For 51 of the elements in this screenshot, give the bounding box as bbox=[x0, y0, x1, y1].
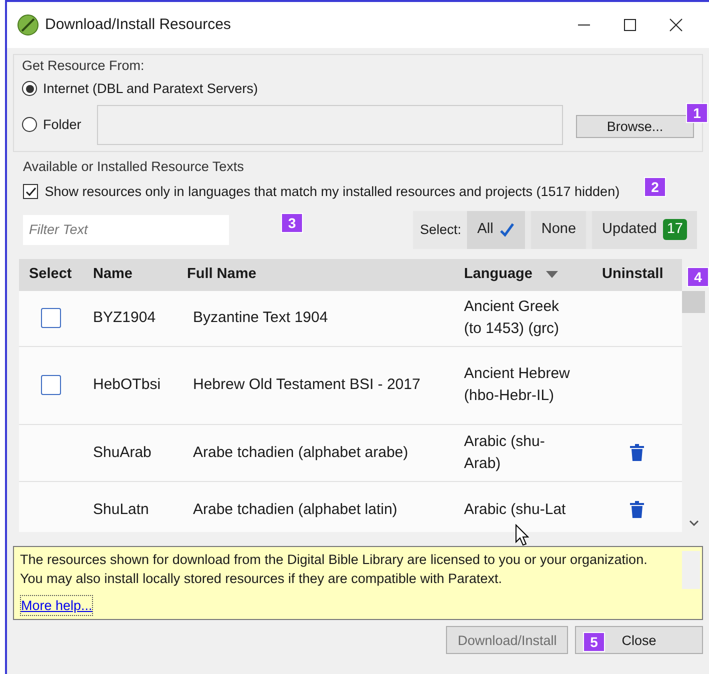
column-header: Name bbox=[83, 258, 177, 291]
radio-button[interactable] bbox=[22, 117, 37, 132]
sort-icon bbox=[546, 270, 558, 279]
column-header: Select bbox=[19, 258, 83, 291]
radio-button[interactable] bbox=[22, 81, 37, 96]
name-cell: ShuArab bbox=[83, 424, 177, 482]
callout-number: 4 bbox=[687, 267, 709, 287]
select-none-button[interactable]: None bbox=[531, 210, 586, 249]
count-badge: 17 bbox=[662, 219, 687, 240]
group-title: Get Resource From: bbox=[22, 57, 144, 75]
scrollbar-thumb[interactable] bbox=[682, 290, 705, 313]
name-cell: BYZ1904 bbox=[83, 290, 177, 347]
trash-icon[interactable] bbox=[630, 444, 644, 462]
full-name-cell: Arabe tchadien (alphabet latin) bbox=[177, 482, 454, 532]
select-all-button[interactable]: All bbox=[467, 210, 526, 249]
full-name-cell: Hebrew Old Testament BSI - 2017 bbox=[177, 346, 454, 425]
check-icon bbox=[499, 222, 516, 238]
select-cell bbox=[19, 482, 83, 532]
radio-label[interactable]: Folder bbox=[43, 116, 82, 134]
select-label: Select: bbox=[418, 220, 462, 238]
full-name-cell: Byzantine Text 1904 bbox=[177, 290, 454, 347]
callout-number: 3 bbox=[281, 213, 303, 233]
callout-number: 5 bbox=[583, 632, 605, 652]
more-help-link[interactable]: More help... bbox=[20, 594, 94, 616]
radio-label[interactable]: Internet (DBL and Paratext Servers) bbox=[43, 80, 258, 98]
filter-field[interactable]: Filter Text bbox=[23, 214, 229, 245]
callout-number: 1 bbox=[686, 103, 708, 123]
column-header: Full Name bbox=[177, 258, 454, 291]
group-title: Available or Installed Resource Texts bbox=[23, 158, 244, 176]
row-checkbox[interactable] bbox=[41, 308, 61, 328]
name-cell: HebOTbsi bbox=[83, 346, 177, 425]
checkbox-label[interactable]: Show resources only in languages that match my installed resources and projects (1517 hidden) bbox=[44, 183, 620, 201]
info-text: The resources shown for download from the Digital Bible Library are licensed to you or your organization. You may also install locally stored resources if they are compatible with Paratext. bbox=[20, 550, 648, 588]
language-cell: Ancient Greek (to 1453) (grc) bbox=[454, 290, 592, 347]
name-cell: ShuLatn bbox=[83, 482, 177, 532]
browse-button[interactable]: Browse... bbox=[576, 114, 694, 138]
folder-path-field[interactable] bbox=[97, 104, 564, 145]
language-cell: Arabic (shu-Lat bbox=[454, 482, 592, 532]
language-cell: Arabic (shu-Arab) bbox=[454, 424, 592, 482]
window-title: Download/Install Resources bbox=[45, 15, 231, 35]
column-header: Uninstall bbox=[592, 258, 682, 291]
mouse-cursor-icon bbox=[515, 524, 529, 546]
select-updated-button[interactable]: Updated 17 bbox=[592, 210, 697, 249]
callout-number: 2 bbox=[644, 177, 666, 197]
info-scrollbar[interactable] bbox=[682, 550, 700, 589]
checkbox[interactable] bbox=[23, 184, 38, 200]
trash-icon[interactable] bbox=[630, 501, 644, 518]
app-logo-icon bbox=[17, 14, 39, 36]
language-cell: Ancient Hebrew (hbo-Hebr-IL) bbox=[454, 346, 592, 425]
full-name-cell: Arabe tchadien (alphabet arabe) bbox=[177, 424, 454, 482]
row-checkbox[interactable] bbox=[41, 375, 61, 396]
